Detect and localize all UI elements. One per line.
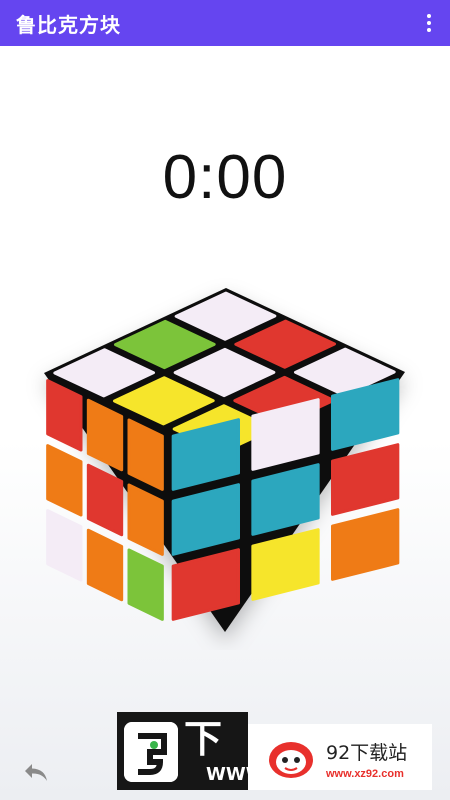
app-bar: 鲁比克方块 xyxy=(0,0,450,46)
undo-icon[interactable] xyxy=(22,760,50,784)
left-sticker-2-2[interactable] xyxy=(127,548,164,621)
left-sticker-2-1[interactable] xyxy=(86,528,124,602)
watermark-brand-name: 92下载站 xyxy=(326,742,408,764)
watermark-logo-icon xyxy=(124,722,178,782)
more-vert-icon[interactable] xyxy=(422,9,436,37)
watermark-glyph: 下 xyxy=(184,717,223,761)
rubiks-cube[interactable] xyxy=(0,270,450,650)
left-sticker-2-0[interactable] xyxy=(46,509,83,582)
left-sticker-1-0[interactable] xyxy=(46,444,83,517)
watermark-brand-url: www.xz92.com xyxy=(326,768,404,780)
right-sticker-2-2[interactable] xyxy=(331,508,400,581)
timer-display: 0:00 xyxy=(162,143,288,212)
app-title: 鲁比克方块 xyxy=(16,12,121,37)
brand-mascot-icon xyxy=(269,742,313,778)
